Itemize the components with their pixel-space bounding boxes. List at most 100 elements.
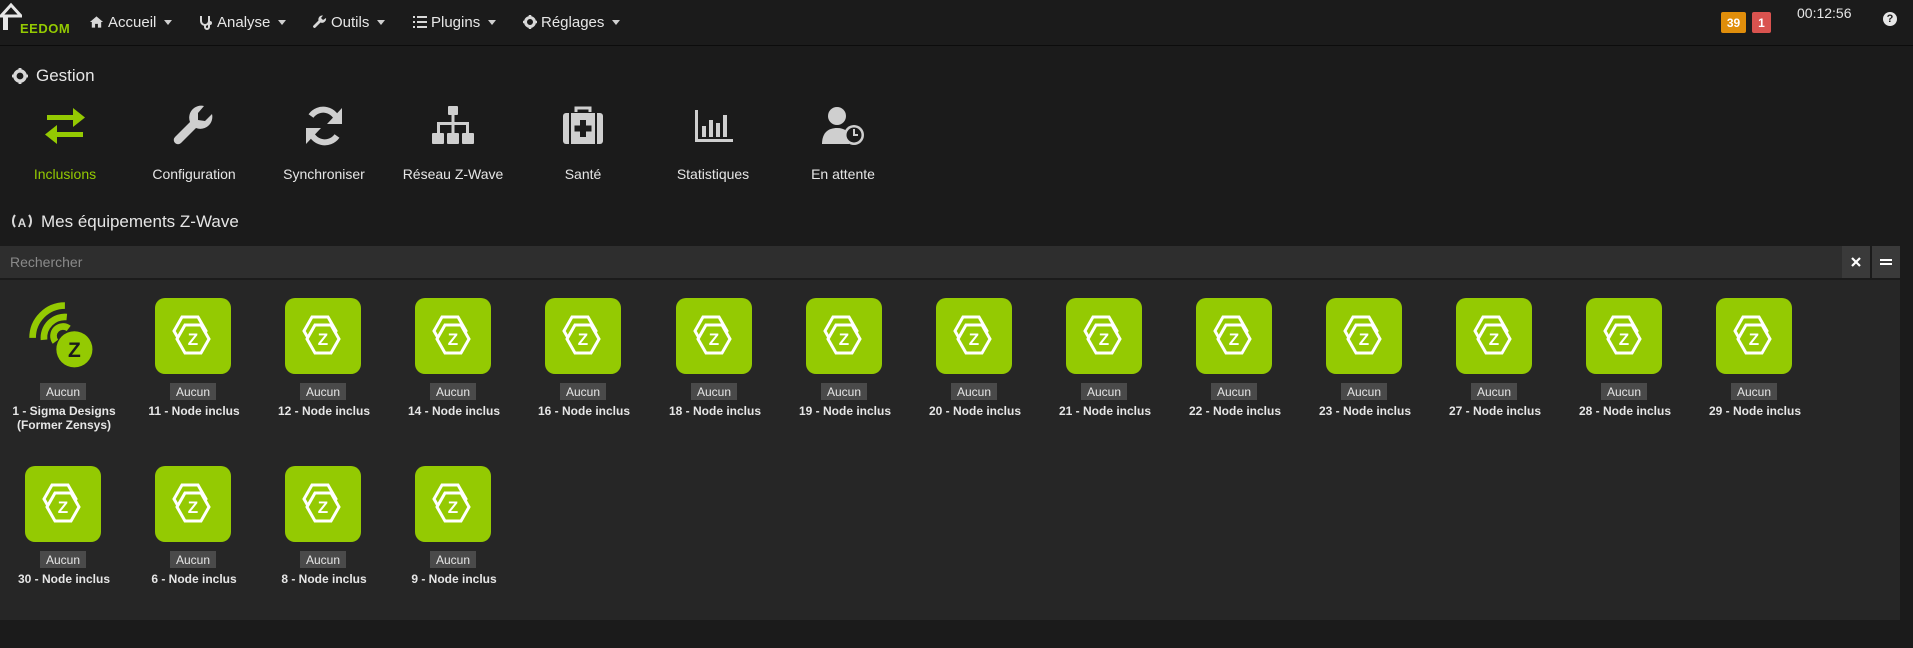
refresh-icon — [306, 106, 342, 146]
equipment-name: 28 - Node inclus — [1578, 404, 1672, 418]
toggle-view-button[interactable] — [1872, 246, 1900, 278]
chevron-down-icon — [377, 19, 386, 25]
equipments-title-text: Mes équipements Z-Wave — [41, 212, 239, 231]
sitemap-icon — [432, 106, 474, 144]
svg-text:Z: Z — [1099, 330, 1109, 349]
search-input[interactable] — [0, 246, 1842, 278]
gear-icon — [12, 68, 28, 84]
zwave-node-icon: Z — [285, 466, 361, 542]
object-label: Aucun — [1081, 383, 1127, 400]
zwave-node-icon: Z — [1066, 298, 1142, 374]
svg-text:Z: Z — [1229, 330, 1239, 349]
object-label: Aucun — [430, 383, 476, 400]
svg-text:Z: Z — [188, 498, 198, 517]
svg-text:Z: Z — [318, 330, 328, 349]
gestion-title-text: Gestion — [36, 66, 95, 85]
nav-plugins[interactable]: Plugins — [413, 12, 497, 32]
equipment-card[interactable]: Z Aucun 16 - Node inclus — [519, 296, 649, 446]
equipment-card[interactable]: Z Aucun 11 - Node inclus — [129, 296, 259, 446]
object-label: Aucun — [300, 383, 346, 400]
equipment-card[interactable]: Z Aucun 23 - Node inclus — [1300, 296, 1430, 446]
equipment-card[interactable]: Z Aucun 29 - Node inclus — [1690, 296, 1820, 446]
svg-text:Z: Z — [1619, 330, 1629, 349]
logo-text: EEDOM — [20, 21, 71, 36]
svg-text:A: A — [18, 216, 27, 230]
reseau-zwave-label: Réseau Z-Wave — [402, 166, 504, 182]
error-messages-badge[interactable]: 1 — [1752, 12, 1771, 33]
reseau-zwave-card[interactable]: Réseau Z-Wave — [388, 100, 518, 190]
svg-text:Z: Z — [58, 498, 68, 517]
zwave-node-icon: Z — [806, 298, 882, 374]
en-attente-label: En attente — [811, 166, 875, 182]
svg-text:Z: Z — [578, 330, 588, 349]
equipment-name: 27 - Node inclus — [1448, 404, 1542, 418]
jeedom-logo[interactable]: EEDOM — [0, 2, 72, 40]
zwave-node-icon: Z — [1196, 298, 1272, 374]
zwave-node-icon: Z — [545, 298, 621, 374]
object-label: Aucun — [560, 383, 606, 400]
zwave-node-icon: Z — [676, 298, 752, 374]
equipment-card[interactable]: Z Aucun 20 - Node inclus — [910, 296, 1040, 446]
equipment-name: 16 - Node inclus — [537, 404, 631, 418]
equipment-card[interactable]: Z Aucun 28 - Node inclus — [1560, 296, 1690, 446]
equipment-card[interactable]: Z Aucun 1 - Sigma Designs (Former Zensys) — [0, 296, 129, 446]
nav-analyse-label: Analyse — [217, 13, 271, 31]
equipment-grid: Z Aucun 1 - Sigma Designs (Former Zensys) Z… — [0, 280, 1900, 620]
close-icon — [1851, 257, 1861, 267]
object-label: Aucun — [170, 551, 216, 568]
equipment-card[interactable]: Z Aucun 12 - Node inclus — [259, 296, 389, 446]
antenna-icon: A — [12, 214, 32, 230]
nav-outils-label: Outils — [331, 13, 370, 31]
equipment-card[interactable]: Z Aucun 8 - Node inclus — [259, 464, 389, 614]
configuration-label: Configuration — [152, 166, 236, 182]
equipment-name: 19 - Node inclus — [798, 404, 892, 418]
equipment-name: 21 - Node inclus — [1058, 404, 1152, 418]
configuration-card[interactable]: Configuration — [129, 100, 259, 190]
equipment-card[interactable]: Z Aucun 21 - Node inclus — [1040, 296, 1170, 446]
nav-outils[interactable]: Outils — [313, 12, 386, 32]
object-label: Aucun — [691, 383, 737, 400]
home-icon — [89, 16, 104, 28]
nav-analyse[interactable]: Analyse — [199, 12, 287, 32]
equipment-card[interactable]: Z Aucun 6 - Node inclus — [129, 464, 259, 614]
nav-plugins-label: Plugins — [431, 13, 481, 31]
synchroniser-card[interactable]: Synchroniser — [259, 100, 389, 190]
equipment-card[interactable]: Z Aucun 30 - Node inclus — [0, 464, 129, 614]
nav-reglages[interactable]: Réglages — [523, 12, 621, 32]
equipment-name: 6 - Node inclus — [151, 572, 237, 586]
gear-icon — [523, 15, 537, 29]
equipment-card[interactable]: Z Aucun 22 - Node inclus — [1170, 296, 1300, 446]
medkit-icon — [563, 106, 603, 144]
statistiques-card[interactable]: Statistiques — [648, 100, 778, 190]
equipment-card[interactable]: Z Aucun 27 - Node inclus — [1430, 296, 1560, 446]
svg-text:Z: Z — [1489, 330, 1499, 349]
svg-text:Z: Z — [709, 330, 719, 349]
nav-accueil-label: Accueil — [108, 13, 157, 31]
equipment-name: 20 - Node inclus — [928, 404, 1022, 418]
clear-search-button[interactable] — [1842, 246, 1870, 278]
equipment-card[interactable]: Z Aucun 9 - Node inclus — [389, 464, 519, 614]
nav-accueil[interactable]: Accueil — [89, 12, 173, 32]
sante-card[interactable]: Santé — [518, 100, 648, 190]
object-label: Aucun — [40, 383, 86, 400]
user-clock-icon — [822, 107, 864, 145]
inclusions-card[interactable]: Inclusions — [0, 100, 130, 190]
zwave-node-icon: Z — [415, 298, 491, 374]
object-label: Aucun — [1211, 383, 1257, 400]
warning-messages-badge[interactable]: 39 — [1721, 12, 1746, 33]
synchroniser-label: Synchroniser — [283, 166, 365, 182]
equipment-card[interactable]: Z Aucun 18 - Node inclus — [650, 296, 780, 446]
en-attente-card[interactable]: En attente — [778, 100, 908, 190]
object-label: Aucun — [1471, 383, 1517, 400]
exchange-icon — [45, 108, 85, 144]
equipment-name: 22 - Node inclus — [1188, 404, 1282, 418]
equipment-card[interactable]: Z Aucun 14 - Node inclus — [389, 296, 519, 446]
zwave-node-icon: Z — [415, 466, 491, 542]
zwave-controller-icon: Z — [25, 298, 101, 374]
equipment-name: 29 - Node inclus — [1708, 404, 1802, 418]
inclusions-label: Inclusions — [33, 166, 97, 182]
question-icon[interactable]: ? — [1883, 12, 1897, 26]
svg-text:Z: Z — [1749, 330, 1759, 349]
equipment-card[interactable]: Z Aucun 19 - Node inclus — [780, 296, 910, 446]
object-label: Aucun — [1601, 383, 1647, 400]
